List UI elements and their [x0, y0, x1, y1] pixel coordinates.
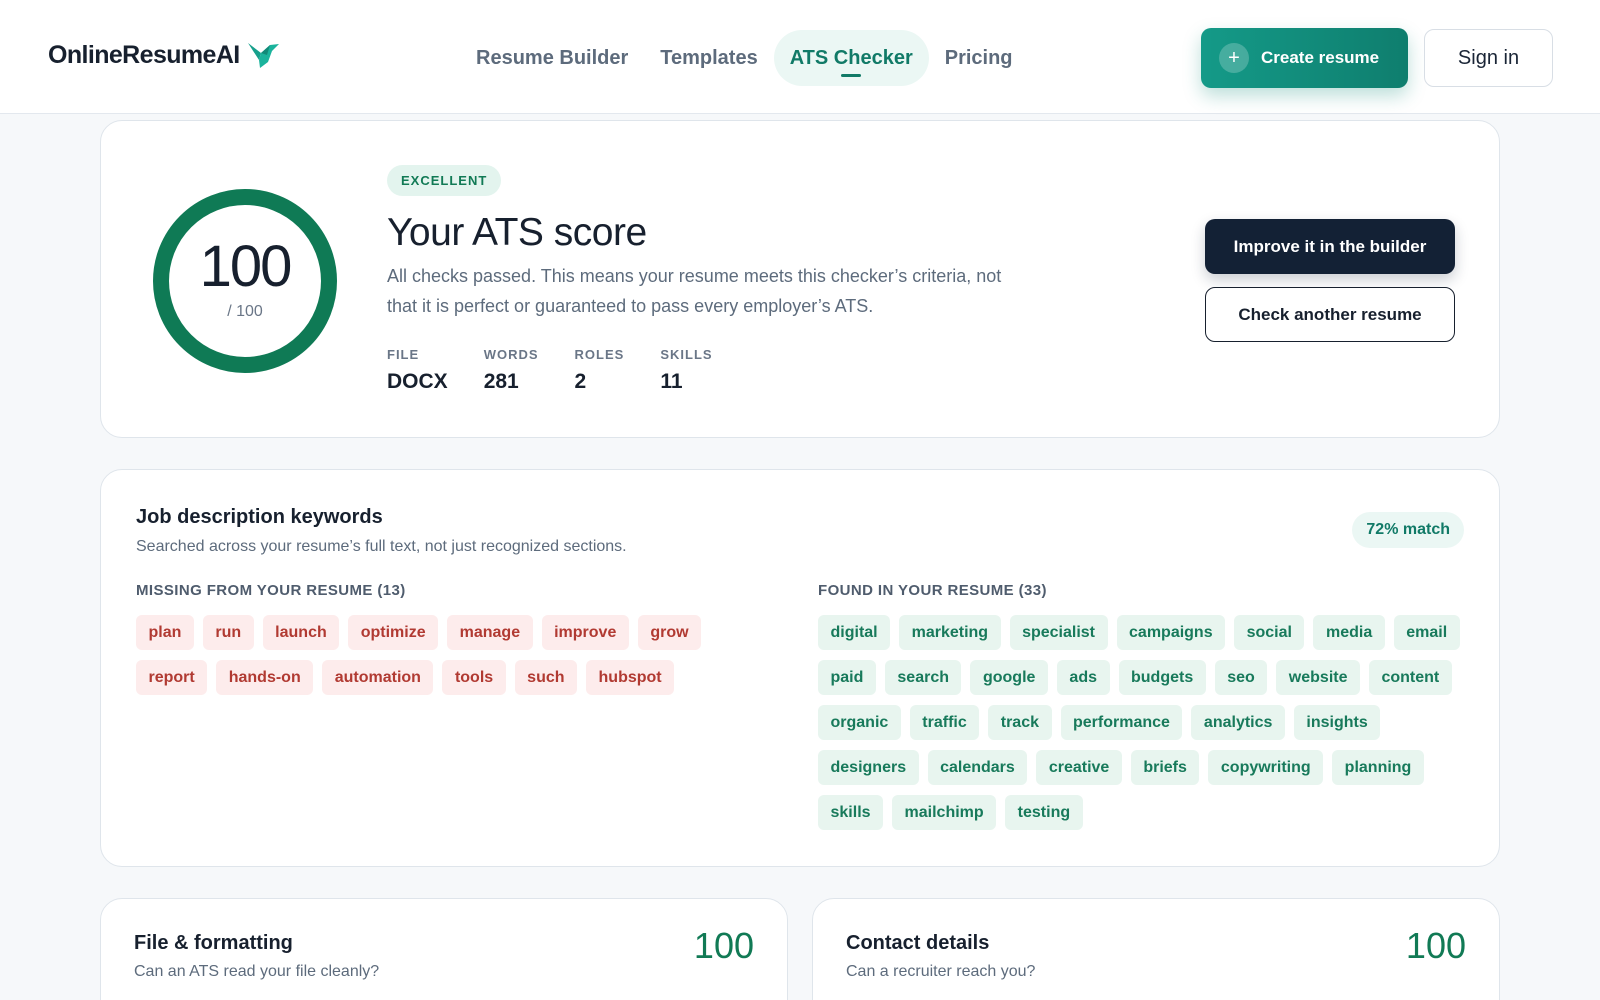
found-keyword-chip: marketing — [899, 615, 1001, 650]
found-keyword-chip: email — [1393, 615, 1460, 650]
missing-keyword-list: plan run launch optimize manage improve grow re… — [136, 615, 776, 695]
missing-keyword-chip: tools — [442, 660, 506, 695]
keywords-title: Job description keywords — [136, 506, 383, 528]
found-keywords-title: FOUND IN YOUR RESUME (33) — [818, 582, 1047, 599]
section-subtitle: Can an ATS read your file cleanly? — [134, 963, 380, 980]
stat-value: 281 — [483, 370, 519, 393]
section-score: 100 — [1405, 925, 1466, 966]
found-keyword-chip: campaigns — [1116, 615, 1226, 650]
missing-keyword-chip: grow — [637, 615, 702, 650]
found-keyword-chip: organic — [818, 705, 901, 740]
found-keyword-chip: website — [1276, 660, 1360, 695]
found-keyword-chip: copywriting — [1208, 750, 1324, 785]
keywords-card: Job description keywords Searched across… — [100, 469, 1500, 867]
missing-keyword-chip: optimize — [348, 615, 439, 650]
found-keyword-chip: search — [884, 660, 962, 695]
stat-words: WORDS 281 — [484, 347, 539, 394]
found-keyword-chip: planning — [1332, 750, 1424, 785]
match-badge: 72% match — [1352, 512, 1464, 548]
plus-icon: + — [1219, 43, 1249, 73]
missing-keyword-chip: such — [514, 660, 578, 695]
file-formatting-card: File & formatting Can an ATS read your f… — [100, 898, 788, 1000]
found-keyword-chip: performance — [1060, 705, 1183, 740]
stat-skills: SKILLS 11 — [660, 347, 712, 394]
nav-ats-checker[interactable]: ATS Checker — [773, 30, 929, 86]
stat-label: SKILLS — [660, 347, 713, 362]
create-resume-label: Create resume — [1261, 48, 1380, 67]
section-subtitle: Can a recruiter reach you? — [846, 963, 1036, 980]
missing-keywords-column: MISSING FROM YOUR RESUME (13) plan run lau… — [136, 582, 776, 695]
stat-value: DOCX — [387, 370, 448, 393]
stat-value: 11 — [660, 370, 683, 393]
stat-value: 2 — [574, 370, 587, 393]
found-keyword-chip: skills — [818, 795, 884, 830]
missing-keyword-chip: automation — [322, 660, 434, 695]
top-header: OnlineResumeAI Resume Builder Templates … — [0, 0, 1600, 114]
found-keyword-chip: creative — [1036, 750, 1122, 785]
found-keyword-chip: budgets — [1118, 660, 1206, 695]
nav-pricing[interactable]: Pricing — [929, 30, 1029, 86]
resume-stats: FILE DOCX WORDS 281 ROLES 2 SKILLS 11 — [387, 347, 749, 394]
found-keyword-chip: google — [970, 660, 1048, 695]
section-title: Contact details — [846, 932, 990, 954]
score-denominator: / 100 — [227, 303, 263, 320]
found-keyword-chip: digital — [818, 615, 891, 650]
found-keyword-chip: traffic — [909, 705, 980, 740]
found-keywords-column: FOUND IN YOUR RESUME (33) digital marketi… — [818, 582, 1468, 830]
found-keyword-chip: designers — [818, 750, 919, 785]
stat-label: ROLES — [574, 347, 625, 362]
found-keyword-chip: specialist — [1009, 615, 1108, 650]
found-keyword-chip: track — [988, 705, 1052, 740]
found-keyword-chip: media — [1313, 615, 1385, 650]
score-description: All checks passed. This means your resum… — [387, 266, 1002, 316]
check-another-resume-button[interactable]: Check another resume — [1205, 287, 1455, 342]
status-badge: EXCELLENT — [387, 165, 502, 196]
stat-label: FILE — [387, 347, 420, 362]
missing-keyword-chip: plan — [136, 615, 194, 650]
found-keyword-chip: social — [1234, 615, 1305, 650]
nav-templates[interactable]: Templates — [644, 30, 773, 86]
missing-keyword-chip: report — [136, 660, 208, 695]
sign-in-button[interactable]: Sign in — [1424, 29, 1553, 87]
missing-keyword-chip: hubspot — [586, 660, 675, 695]
found-keyword-chip: seo — [1214, 660, 1268, 695]
nav-resume-builder[interactable]: Resume Builder — [460, 30, 644, 86]
found-keyword-chip: briefs — [1130, 750, 1200, 785]
bird-icon — [246, 40, 280, 70]
stat-file: FILE DOCX — [387, 347, 448, 394]
found-keyword-chip: content — [1368, 660, 1452, 695]
found-keyword-chip: analytics — [1191, 705, 1285, 740]
section-title: File & formatting — [134, 932, 293, 954]
logo[interactable]: OnlineResumeAI — [48, 40, 280, 70]
create-resume-button[interactable]: + Create resume — [1201, 28, 1408, 88]
main-nav: Resume Builder Templates ATS Checker Pri… — [460, 30, 1029, 86]
stat-roles: ROLES 2 — [575, 347, 625, 394]
improve-in-builder-button[interactable]: Improve it in the builder — [1205, 219, 1455, 274]
section-score: 100 — [693, 925, 754, 966]
missing-keyword-chip: hands-on — [216, 660, 314, 695]
score-ring: 100 / 100 — [151, 187, 339, 375]
missing-keyword-chip: run — [202, 615, 254, 650]
found-keyword-chip: mailchimp — [892, 795, 997, 830]
found-keyword-list: digital marketing specialist campaigns socia… — [818, 615, 1468, 830]
score-value: 100 — [199, 234, 293, 299]
found-keyword-chip: calendars — [927, 750, 1028, 785]
logo-text: OnlineResumeAI — [48, 40, 240, 69]
page-title: Your ATS score — [387, 211, 647, 254]
contact-details-card: Contact details Can a recruiter reach yo… — [812, 898, 1500, 1000]
found-keyword-chip: testing — [1005, 795, 1083, 830]
missing-keywords-title: MISSING FROM YOUR RESUME (13) — [136, 582, 406, 599]
found-keyword-chip: insights — [1293, 705, 1381, 740]
missing-keyword-chip: launch — [262, 615, 340, 650]
missing-keyword-chip: manage — [447, 615, 533, 650]
missing-keyword-chip: improve — [541, 615, 629, 650]
found-keyword-chip: ads — [1056, 660, 1110, 695]
keywords-subtitle: Searched across your resume’s full text,… — [136, 538, 627, 555]
stat-label: WORDS — [483, 347, 539, 362]
found-keyword-chip: paid — [818, 660, 876, 695]
ats-score-card: 100 / 100 EXCELLENT Your ATS score All c… — [100, 120, 1500, 438]
